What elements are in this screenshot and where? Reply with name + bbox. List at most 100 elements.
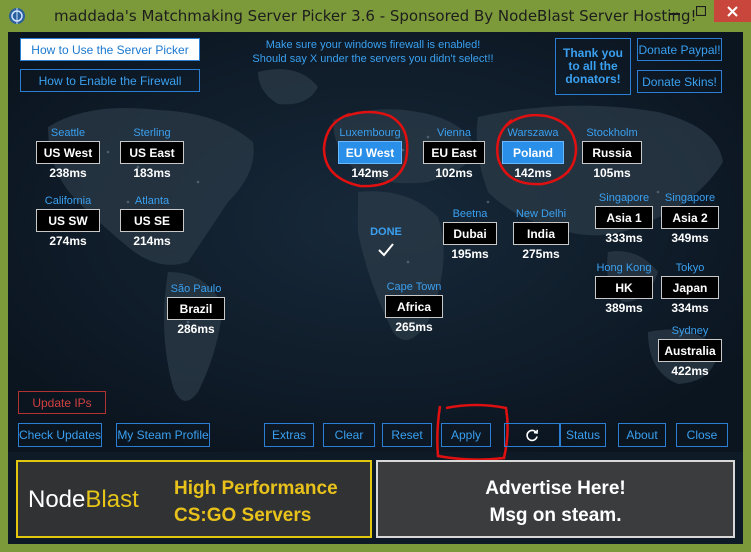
- client-area: How to Use the Server Picker How to Enab…: [8, 32, 743, 544]
- server-toggle-button[interactable]: India: [513, 222, 569, 245]
- window-title: maddada's Matchmaking Server Picker 3.6 …: [54, 7, 697, 25]
- server-beetna[interactable]: Beetna Dubai 195ms: [434, 207, 506, 263]
- server-toggle-button[interactable]: Russia: [582, 141, 642, 164]
- minimize-icon: [670, 13, 680, 15]
- nodeblast-ad-banner[interactable]: NodeBlast High Performance CS:GO Servers: [16, 460, 372, 538]
- server-toggle-button[interactable]: US East: [120, 141, 184, 164]
- about-button[interactable]: About: [618, 423, 666, 447]
- server-ping: 333ms: [605, 231, 643, 245]
- title-bar[interactable]: maddada's Matchmaking Server Picker 3.6 …: [0, 0, 751, 32]
- server-ping: 334ms: [671, 301, 709, 315]
- server-toggle-button[interactable]: HK: [595, 276, 653, 299]
- server-city: Stockholm: [586, 127, 638, 139]
- server-city: New Delhi: [515, 208, 567, 220]
- maximize-icon: [696, 6, 706, 16]
- server-ping: 183ms: [133, 166, 171, 180]
- server-toggle-button[interactable]: Japan: [661, 276, 719, 299]
- server-toggle-button[interactable]: EU East: [423, 141, 485, 164]
- how-to-use-button[interactable]: How to Use the Server Picker: [20, 38, 200, 61]
- thank-you-button[interactable]: Thank you to all the donators!: [555, 38, 631, 95]
- server-toggle-button[interactable]: US SW: [36, 209, 100, 232]
- server-seattle[interactable]: Seattle US West 238ms: [32, 126, 104, 182]
- server-stockholm[interactable]: Stockholm Russia 105ms: [576, 126, 648, 182]
- clear-button[interactable]: Clear: [323, 423, 375, 447]
- server-toggle-button[interactable]: Brazil: [167, 297, 225, 320]
- server-city: Singapore: [664, 192, 716, 204]
- refresh-button[interactable]: [504, 423, 560, 447]
- tagline-line-2: CS:GO Servers: [174, 505, 312, 526]
- apply-button[interactable]: Apply: [441, 423, 491, 447]
- server-toggle-button[interactable]: Australia: [658, 339, 722, 362]
- server-luxembourg[interactable]: Luxembourg EU West 142ms: [332, 126, 408, 182]
- status-button[interactable]: Status: [560, 423, 606, 447]
- check-updates-button[interactable]: Check Updates: [18, 423, 102, 447]
- nodeblast-logo: NodeBlast: [28, 486, 139, 514]
- server-singapore-1[interactable]: Singapore Asia 1 333ms: [590, 191, 658, 247]
- server-ping: 142ms: [351, 166, 389, 180]
- firewall-notice: Make sure your windows firewall is enabl…: [223, 38, 523, 66]
- server-city: Sydney: [671, 325, 709, 337]
- server-toggle-button[interactable]: US SE: [120, 209, 184, 232]
- server-city: São Paulo: [170, 283, 222, 295]
- app-icon: [9, 8, 25, 24]
- server-city: Seattle: [50, 127, 86, 139]
- close-icon: [727, 5, 738, 17]
- server-ping: 274ms: [49, 234, 87, 248]
- server-hongkong[interactable]: Hong Kong HK 389ms: [590, 261, 658, 317]
- server-ping: 105ms: [593, 166, 631, 180]
- server-toggle-button[interactable]: US West: [36, 141, 100, 164]
- server-toggle-button[interactable]: Asia 2: [661, 206, 719, 229]
- server-atlanta[interactable]: Atlanta US SE 214ms: [116, 194, 188, 250]
- steam-profile-button[interactable]: My Steam Profile: [116, 423, 210, 447]
- server-california[interactable]: California US SW 274ms: [32, 194, 104, 250]
- server-ping: 275ms: [522, 247, 560, 261]
- reset-button[interactable]: Reset: [382, 423, 432, 447]
- server-toggle-button[interactable]: Poland: [502, 141, 564, 164]
- server-toggle-button[interactable]: Dubai: [443, 222, 497, 245]
- advertise-here-banner[interactable]: Advertise Here! Msg on steam.: [376, 460, 735, 538]
- server-city: Cape Town: [386, 281, 442, 293]
- minimize-button[interactable]: [662, 0, 688, 22]
- server-vienna[interactable]: Vienna EU East 102ms: [418, 126, 490, 182]
- server-ping: 214ms: [133, 234, 171, 248]
- server-ping: 349ms: [671, 231, 709, 245]
- maximize-button[interactable]: [688, 0, 714, 22]
- server-singapore-2[interactable]: Singapore Asia 2 349ms: [656, 191, 724, 247]
- notice-line-1: Make sure your windows firewall is enabl…: [265, 39, 481, 51]
- server-city: Hong Kong: [596, 262, 652, 274]
- tagline-line-1: High Performance: [174, 478, 338, 499]
- server-ping: 142ms: [514, 166, 552, 180]
- server-ping: 238ms: [49, 166, 87, 180]
- window-frame: maddada's Matchmaking Server Picker 3.6 …: [0, 0, 751, 552]
- server-ping: 389ms: [605, 301, 643, 315]
- close-button[interactable]: Close: [676, 423, 728, 447]
- advertise-text: Advertise Here! Msg on steam.: [378, 475, 733, 529]
- donate-skins-button[interactable]: Donate Skins!: [637, 70, 722, 93]
- server-toggle-button[interactable]: Africa: [385, 295, 443, 318]
- done-status: DONE: [370, 226, 402, 238]
- server-saopaulo[interactable]: São Paulo Brazil 286ms: [160, 282, 232, 338]
- server-city: Singapore: [598, 192, 650, 204]
- server-city: Beetna: [452, 208, 488, 220]
- advertise-line-2: Msg on steam.: [489, 505, 622, 526]
- how-to-firewall-button[interactable]: How to Enable the Firewall: [20, 69, 200, 92]
- server-sterling[interactable]: Sterling US East 183ms: [116, 126, 188, 182]
- server-ping: 195ms: [451, 247, 489, 261]
- server-ping: 265ms: [395, 320, 433, 334]
- close-window-button[interactable]: [714, 0, 751, 22]
- donate-paypal-button[interactable]: Donate Paypal!: [637, 38, 722, 61]
- server-warszawa[interactable]: Warszawa Poland 142ms: [496, 126, 570, 182]
- server-tokyo[interactable]: Tokyo Japan 334ms: [656, 261, 724, 317]
- server-capetown[interactable]: Cape Town Africa 265ms: [378, 280, 450, 336]
- checkmark-icon: [378, 243, 394, 257]
- update-ips-button[interactable]: Update IPs: [18, 391, 106, 414]
- server-city: Luxembourg: [339, 127, 401, 139]
- server-newdelhi[interactable]: New Delhi India 275ms: [505, 207, 577, 263]
- server-sydney[interactable]: Sydney Australia 422ms: [654, 324, 726, 380]
- server-city: Tokyo: [675, 262, 705, 274]
- notice-line-2: Should say X under the servers you didn'…: [252, 53, 494, 65]
- server-toggle-button[interactable]: Asia 1: [595, 206, 653, 229]
- logo-node: Node: [28, 486, 86, 513]
- server-toggle-button[interactable]: EU West: [338, 141, 402, 164]
- extras-button[interactable]: Extras: [264, 423, 314, 447]
